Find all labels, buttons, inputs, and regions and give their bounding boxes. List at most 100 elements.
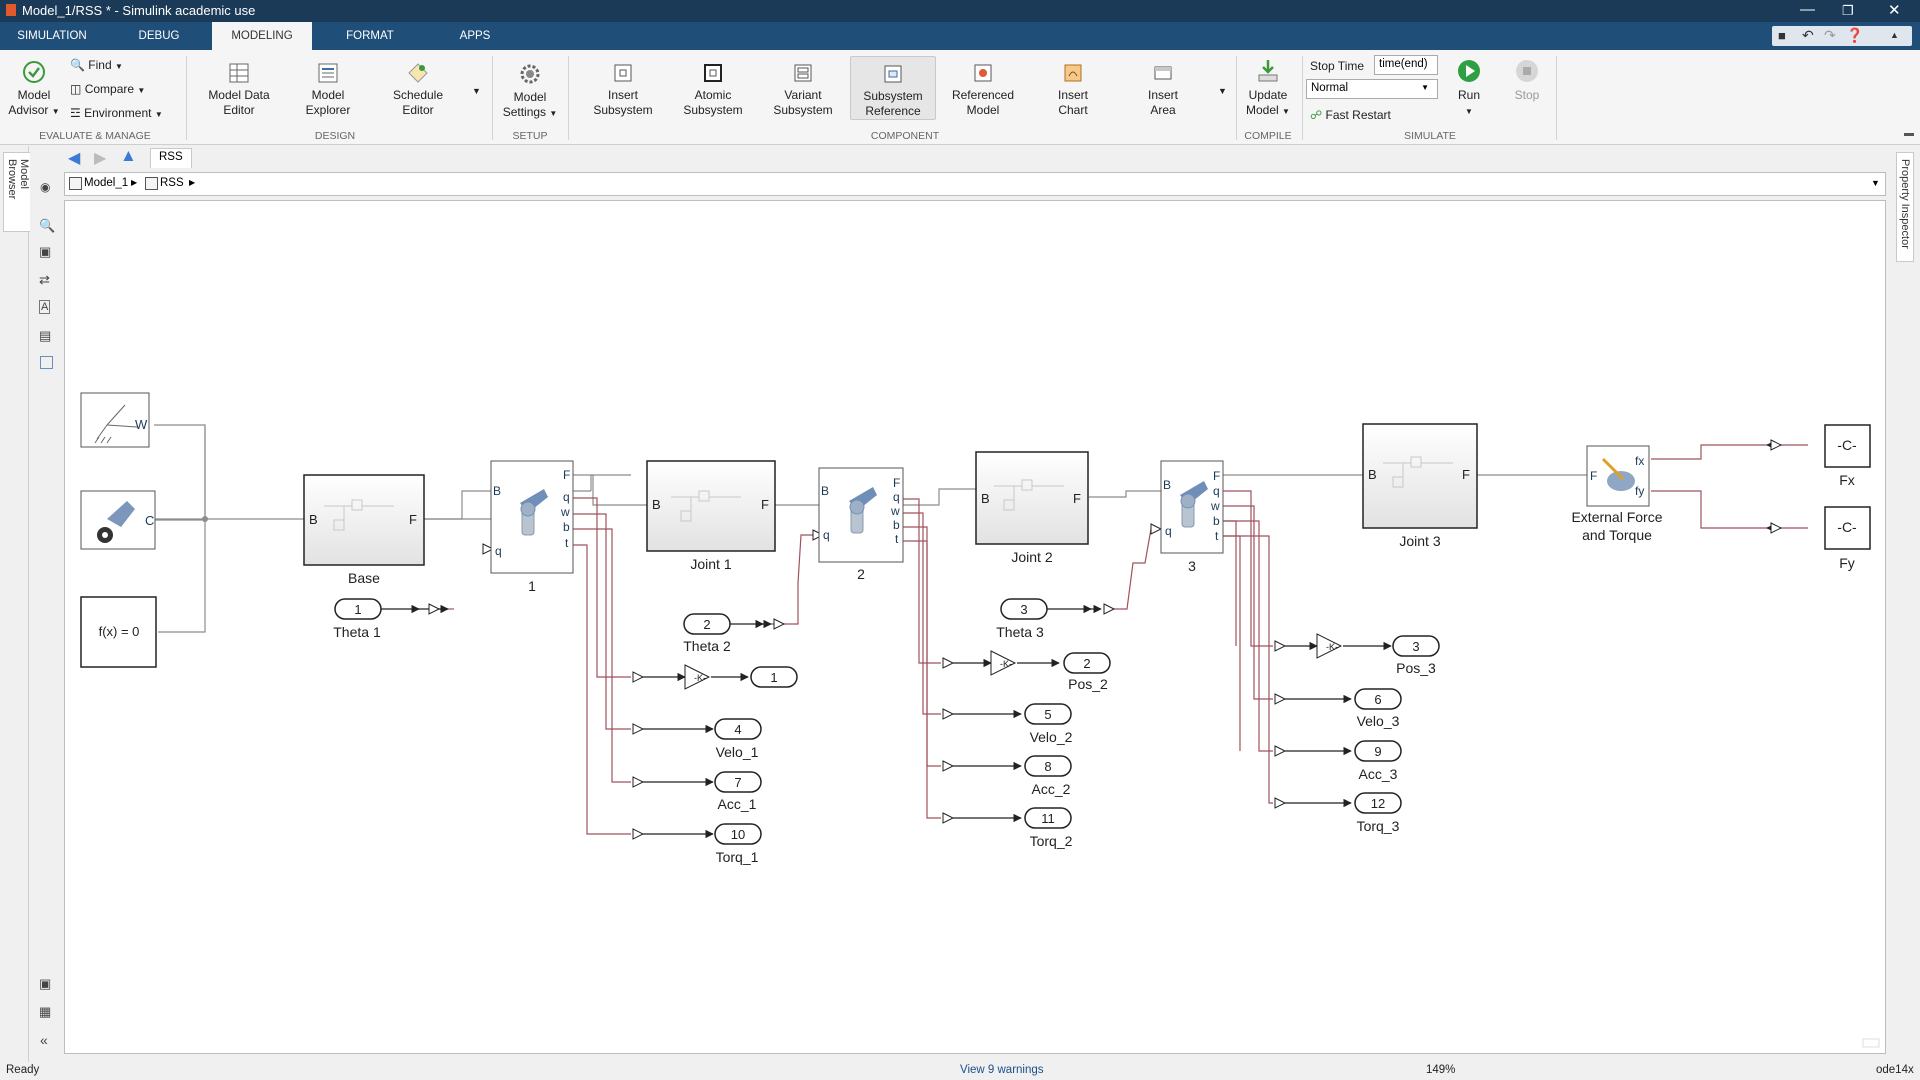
simulation-mode-select[interactable]: Normal ▼ [1306,79,1438,99]
variant-subsystem-button[interactable]: Variant Subsystem [766,62,840,118]
inport-theta-1[interactable]: 1 Theta 1 [333,598,382,640]
atomic-subsystem-button[interactable]: Atomic Subsystem [676,62,750,118]
property-inspector-tab[interactable]: Property Inspector [1896,152,1914,262]
up-arrow-icon[interactable]: ▲ [120,146,137,166]
outport-velo-1[interactable]: 4 Velo_1 [714,718,762,760]
collapse-icon[interactable]: ▲ [1890,30,1899,40]
back-arrow-icon[interactable]: ◀ [68,148,80,168]
outport-torq-2[interactable]: 11 Torq_2 [1024,807,1073,849]
revolute-joint-3[interactable]: B q F q w b t 3 [1160,460,1224,574]
constant-fy-block[interactable]: -C- Fy [1824,506,1871,571]
matlab-logo-icon [6,4,16,16]
ps-converters [428,439,1783,840]
inport-theta-3[interactable]: 3 Theta 3 [996,598,1048,640]
design-more-icon[interactable]: ▼ [472,84,481,99]
constant-fx-block[interactable]: -C- Fx [1824,424,1871,488]
outport-acc-2[interactable]: 8 Acc_2 [1024,755,1072,797]
outport-torq-1[interactable]: 10 Torq_1 [714,823,762,865]
image-icon[interactable]: ▤ [39,328,51,344]
rev2-port-w: w [890,504,900,518]
component-more-icon[interactable]: ▼ [1218,84,1227,99]
compare-button[interactable]: ◫ Compare ▼ [70,82,145,98]
fast-restart-toggle[interactable]: ☍ Fast Restart [1310,108,1391,123]
undo-icon[interactable]: ↶ [1802,27,1814,44]
breadcrumb-subsystem[interactable]: RSS [160,177,184,189]
stop-time-input[interactable]: time(end) [1374,55,1438,75]
joint-2-subsystem[interactable]: B F Joint 2 [975,451,1089,565]
mechanism-configuration-block[interactable]: C [80,490,156,550]
is-label-1: Insert [607,88,638,102]
model-explorer-button[interactable]: Model Explorer [296,62,360,118]
help-icon[interactable]: ❓ [1846,27,1863,44]
outport-acc-3[interactable]: 9 Acc_3 [1354,740,1402,782]
restore-icon[interactable]: ❐ [1842,3,1854,19]
outport-pos-2[interactable]: 2 Pos_2 [1063,652,1111,692]
outport-torq-3[interactable]: 12 Torq_3 [1354,792,1402,834]
model-advisor-button[interactable]: Model Advisor ▼ [6,60,62,119]
forward-arrow-icon[interactable]: ▶ [94,148,106,168]
revolute-joint-1[interactable]: B q F q w b t 1 [490,460,574,594]
model-browser-tab[interactable]: Model Browser [3,152,33,232]
redo-icon[interactable]: ↷ [1824,27,1836,44]
rev1-port-f: F [563,468,570,482]
tab-apps[interactable]: APPS [440,22,510,50]
minimize-icon[interactable]: — [1800,1,1815,18]
outport-num: 10 [731,827,745,842]
hide-browser-icon[interactable]: ◉ [40,180,50,194]
breadcrumb-dropdown-icon[interactable]: ▼ [1871,178,1880,188]
minimize-panel-icon[interactable]: ▬ [1904,128,1914,139]
save-icon[interactable]: ■ [1778,28,1786,43]
properties-icon[interactable]: ▦ [39,1004,51,1020]
annotation-icon[interactable]: A [39,300,51,314]
collapse-left-icon[interactable]: « [40,1032,48,1048]
camera-icon[interactable]: ▣ [39,976,51,992]
schedule-editor-button[interactable]: Schedule Editor [386,62,450,118]
inport-num: 1 [354,602,361,617]
rev3-port-q: q [1165,524,1172,538]
ia-label-1: Insert [1147,88,1178,102]
tab-modeling[interactable]: MODELING [212,22,312,50]
close-icon[interactable]: ✕ [1888,1,1901,19]
insert-subsystem-button[interactable]: Insert Subsystem [586,62,660,118]
model-tab-rss[interactable]: RSS [150,148,192,168]
solver-configuration-block[interactable]: f(x) = 0 [80,596,157,668]
model-data-editor-button[interactable]: Model Data Editor [198,62,280,118]
find-button[interactable]: 🔍 Find ▼ [70,58,123,74]
outport-1[interactable]: 1 [750,666,798,688]
fy-label: Fy [1839,555,1855,571]
model-canvas[interactable]: -K- -K- -K- W C f(x) = 0 B F Base B q F [64,200,1886,1054]
stop-button[interactable]: Stop [1504,58,1550,103]
tab-format[interactable]: FORMAT [330,22,410,50]
update-model-button[interactable]: Update Model ▼ [1242,58,1294,119]
insert-chart-button[interactable]: Insert Chart [1036,62,1110,118]
outport-pos-3[interactable]: 3 Pos_3 [1392,635,1440,676]
right-side-panel: Property Inspector [1892,146,1920,1064]
world-frame-block[interactable]: W [80,392,150,448]
run-button[interactable]: Run ▼ [1446,58,1492,119]
subsystem-reference-button[interactable]: Subsystem Reference [850,56,936,120]
environment-button[interactable]: ☲ Environment ▼ [70,106,163,122]
zoom-level: 149% [1426,1064,1456,1076]
insert-area-button[interactable]: Insert Area [1126,62,1200,118]
breadcrumb-model[interactable]: Model_1 [84,177,128,189]
outport-velo-3[interactable]: 6 Velo_3 [1354,688,1402,729]
joint-1-subsystem[interactable]: B F Joint 1 [646,460,776,572]
model-settings-button[interactable]: Model Settings ▼ [500,62,560,121]
warnings-link[interactable]: View 9 warnings [960,1064,1044,1076]
revolute-joint-2[interactable]: B q F q w b t 2 [818,467,904,582]
outport-velo-2[interactable]: 5 Velo_2 [1024,703,1073,745]
base-subsystem[interactable]: B F Base [303,474,425,586]
referenced-model-button[interactable]: Referenced Model [946,62,1020,118]
area-tool-icon[interactable] [40,356,53,369]
fit-view-icon[interactable]: ▣ [39,244,51,260]
zoom-in-icon[interactable]: 🔍 [39,218,55,234]
joint-3-subsystem[interactable]: B F Joint 3 [1362,423,1478,549]
arrange-icon[interactable]: ⇄ [39,272,50,288]
tab-debug[interactable]: DEBUG [118,22,200,50]
outport-acc-1[interactable]: 7 Acc_1 [714,771,762,812]
list-icon [318,63,338,83]
external-force-torque-block[interactable]: F fx fy External Force and Torque [1571,445,1663,543]
inport-theta-2[interactable]: 2 Theta 2 [683,613,731,654]
tab-simulation[interactable]: SIMULATION [8,22,96,50]
joint3-port-f: F [1462,467,1470,482]
